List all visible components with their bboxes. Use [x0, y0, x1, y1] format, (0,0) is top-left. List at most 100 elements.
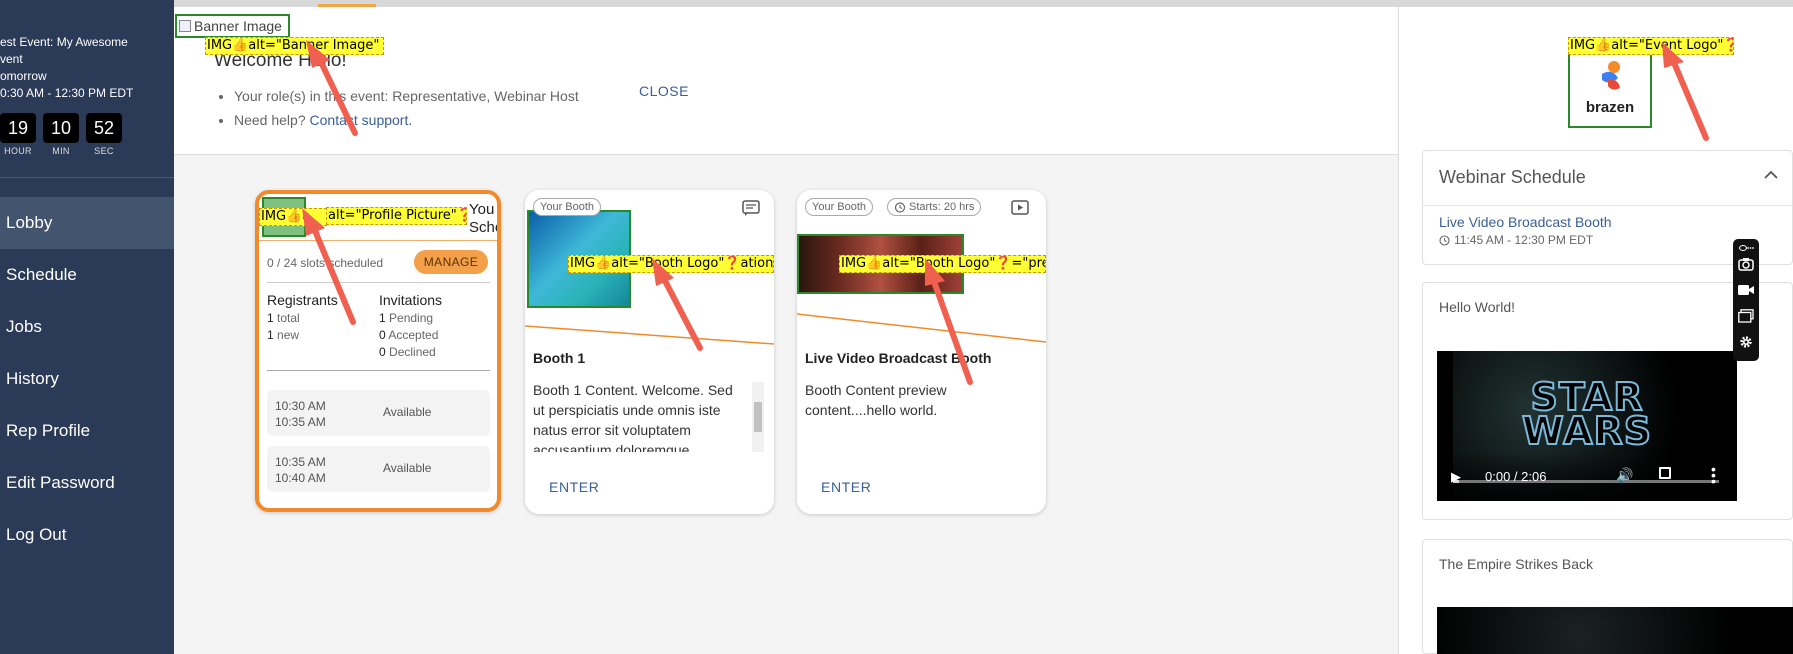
video-player[interactable] — [1437, 607, 1793, 654]
slots-scheduled-text: 0 / 24 slots scheduled — [267, 256, 384, 270]
chat-icon[interactable] — [741, 199, 761, 217]
contact-support-link[interactable]: Contact support. — [310, 112, 413, 128]
booth-content-scrollbar[interactable] — [752, 382, 764, 452]
sidebar: est Event: My Awesome vent omorrow 0:30 … — [0, 0, 174, 654]
brazen-logo-mark — [1602, 61, 1620, 90]
banner-image-alt: Banner Image — [194, 18, 282, 34]
webinar-divider — [1423, 205, 1792, 206]
video-time: 0:00 / 2:06 — [1485, 469, 1547, 484]
gear-icon[interactable] — [1738, 335, 1754, 349]
annotation-banner-image: IMG👍alt="Banner Image"❓ — [205, 37, 384, 55]
registrants-section: Registrants 1 total 1 new — [267, 290, 338, 344]
more-options-icon[interactable]: • • • — [1711, 462, 1716, 488]
sidebar-item-jobs[interactable]: Jobs — [0, 301, 174, 353]
event-logo: brazen — [1568, 50, 1652, 128]
video-camera-icon[interactable] — [1738, 283, 1754, 297]
schedule-card-title: You Sche — [469, 201, 501, 237]
webinar-time-text: 11:45 AM - 12:30 PM EDT — [1454, 233, 1594, 247]
sidebar-item-rep-profile[interactable]: Rep Profile — [0, 405, 174, 457]
fullscreen-icon[interactable] — [1659, 467, 1671, 479]
play-icon[interactable]: ▶ — [1451, 469, 1461, 485]
help-prefix: Need help? — [234, 112, 310, 128]
event-info: est Event: My Awesome vent omorrow 0:30 … — [0, 34, 174, 102]
clock-icon — [1439, 234, 1450, 246]
booth-content: Booth Content preview content....hello w… — [805, 382, 947, 418]
invitations-section: Invitations 1 Pending 0 Accepted 0 Decli… — [379, 290, 442, 361]
sidebar-item-schedule[interactable]: Schedule — [0, 249, 174, 301]
webinar-time: 11:45 AM - 12:30 PM EDT — [1439, 233, 1593, 247]
top-bar — [174, 0, 1793, 7]
your-booth-badge: Your Booth — [805, 198, 874, 216]
enter-booth-button[interactable]: ENTER — [549, 479, 599, 495]
hide-icon[interactable] — [1738, 243, 1754, 253]
registrants-heading: Registrants — [267, 292, 338, 308]
invitations-accepted: 0 Accepted — [379, 328, 439, 342]
welcome-list: Your role(s) in this event: Representati… — [234, 84, 579, 132]
annotation-profile-picture-b: alt="Profile Picture"❓ation" — [326, 207, 467, 225]
roles-text: Your role(s) in this event: Representati… — [234, 84, 579, 108]
booth-content: Booth 1 Content. Welcome. Sed ut perspic… — [533, 382, 733, 452]
invitations-declined: 0 Declined — [379, 345, 436, 359]
volume-icon[interactable]: 🔊 — [1616, 467, 1633, 484]
app-root: est Event: My Awesome vent omorrow 0:30 … — [0, 0, 1793, 654]
countdown-seconds-label: SEC — [94, 146, 114, 156]
annotation-profile-picture-a: IMG👍a — [259, 208, 327, 226]
sidebar-item-log-out[interactable]: Log Out — [0, 509, 174, 561]
schedule-card: You Sche 0 / 24 slots scheduled MANAGE R… — [255, 190, 501, 512]
video-play-icon[interactable] — [1010, 199, 1030, 217]
sidebar-item-history[interactable]: History — [0, 353, 174, 405]
sidebar-item-edit-password[interactable]: Edit Password — [0, 457, 174, 509]
video-panel-2: The Empire Strikes Back — [1422, 539, 1793, 654]
video-player[interactable]: STAR WARS ▶ 0:00 / 2:06 🔊 • • • — [1437, 351, 1737, 501]
enter-booth-button[interactable]: ENTER — [821, 479, 871, 495]
registrants-total: 1 total — [267, 311, 300, 325]
sidebar-divider — [0, 177, 174, 178]
event-title-line1: est Event: My Awesome — [0, 35, 128, 49]
annotation-booth-logo-2: IMG👍alt="Booth Logo"❓="prese — [839, 255, 1046, 273]
banner-image: Banner Image — [175, 14, 290, 38]
booth-name: Live Video Broadcast Booth — [805, 350, 992, 366]
brazen-logo-text: brazen — [1585, 99, 1635, 116]
help-text: Need help? Contact support. — [234, 108, 579, 132]
camera-icon[interactable] — [1738, 257, 1754, 271]
booth-card-1[interactable]: Your Booth Booth 1 Booth 1 Content. Welc… — [525, 190, 774, 514]
windows-icon[interactable] — [1738, 309, 1754, 323]
floating-toolbar — [1733, 239, 1759, 361]
countdown-seconds: 52 SEC — [86, 113, 122, 156]
booth-name: Booth 1 — [533, 350, 586, 366]
schedule-card-divider-3 — [267, 370, 490, 371]
video-controls: ▶ 0:00 / 2:06 🔊 • • • — [1437, 451, 1737, 501]
alarm-clock-icon — [894, 202, 906, 213]
schedule-card-title-line2: Sche — [469, 219, 501, 236]
time-slot-row[interactable]: 10:30 AM 10:35 AM Available — [267, 390, 490, 436]
close-button[interactable]: CLOSE — [639, 83, 689, 99]
starts-text: Starts: 20 hrs — [909, 201, 975, 213]
webinar-schedule-heading: Webinar Schedule — [1439, 167, 1586, 187]
slot-status: Available — [383, 461, 432, 475]
countdown-minutes-value: 10 — [43, 113, 79, 143]
welcome-panel — [174, 7, 1398, 155]
schedule-card-divider — [259, 240, 497, 241]
starts-badge: Starts: 20 hrs — [887, 198, 982, 216]
countdown-hours-value: 19 — [0, 113, 36, 143]
event-title-line2: vent — [0, 52, 23, 66]
sidebar-nav: Lobby Schedule Jobs History Rep Profile … — [0, 197, 174, 561]
your-booth-badge: Your Booth — [533, 198, 602, 216]
broken-image-icon — [179, 20, 191, 32]
countdown-hours-label: HOUR — [4, 146, 32, 156]
video-title: The Empire Strikes Back — [1439, 556, 1594, 572]
time-slot-row[interactable]: 10:35 AM 10:40 AM Available — [267, 446, 490, 492]
webinar-link[interactable]: Live Video Broadcast Booth — [1439, 214, 1612, 230]
sidebar-item-lobby[interactable]: Lobby — [0, 197, 174, 249]
event-time: 0:30 AM - 12:30 PM EDT — [0, 86, 134, 100]
booth-card-2[interactable]: Your Booth Starts: 20 hrs Live Video Bro… — [797, 190, 1046, 514]
countdown-seconds-value: 52 — [86, 113, 122, 143]
manage-button[interactable]: MANAGE — [414, 250, 488, 274]
schedule-card-divider-2 — [267, 282, 490, 283]
countdown: 19 HOUR 10 MIN 52 SEC — [0, 113, 122, 156]
slot-status: Available — [383, 405, 432, 419]
countdown-minutes: 10 MIN — [43, 113, 79, 156]
invitations-pending: 1 Pending — [379, 311, 434, 325]
chevron-up-icon[interactable] — [1763, 169, 1779, 181]
annotation-event-logo: IMG👍alt="Event Logo"❓ — [1568, 37, 1734, 55]
